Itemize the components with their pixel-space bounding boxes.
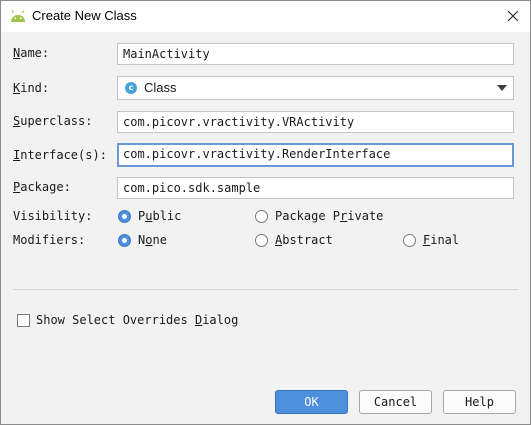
show-overrides-label[interactable]: Show Select Overrides Dialog xyxy=(36,313,238,327)
package-field[interactable]: com.pico.sdk.sample xyxy=(117,177,514,199)
package-label: Package: xyxy=(13,180,71,194)
kind-selected-value: Class xyxy=(144,80,177,95)
modifiers-label: Modifiers: xyxy=(13,233,86,247)
modifiers-none-label[interactable]: None xyxy=(138,233,167,247)
superclass-label: Superclass: xyxy=(13,114,93,128)
modifiers-abstract-radio[interactable] xyxy=(255,234,268,247)
title-bar[interactable]: Create New Class xyxy=(1,1,530,32)
kind-label: Kind: xyxy=(13,81,50,95)
help-button[interactable]: Help xyxy=(443,390,516,414)
ok-button[interactable]: OK xyxy=(275,390,348,414)
interface-field[interactable]: com.picovr.vractivity.RenderInterface xyxy=(117,143,514,167)
kind-dropdown[interactable]: c Class xyxy=(117,76,514,100)
modifiers-abstract-label[interactable]: Abstract xyxy=(275,233,333,247)
visibility-package-private-radio[interactable] xyxy=(255,210,268,223)
visibility-package-private-label[interactable]: Package Private xyxy=(275,209,383,223)
android-icon xyxy=(11,10,25,22)
window-title: Create New Class xyxy=(32,8,137,23)
separator xyxy=(13,289,518,290)
visibility-public-radio[interactable] xyxy=(118,210,131,223)
superclass-field[interactable]: com.picovr.vractivity.VRActivity xyxy=(117,111,514,133)
class-icon: c xyxy=(125,82,137,94)
interface-label: Interface(s): xyxy=(13,148,107,162)
modifiers-final-radio[interactable] xyxy=(403,234,416,247)
close-icon xyxy=(507,10,519,22)
name-field[interactable]: MainActivity xyxy=(117,43,514,65)
name-label: Name: xyxy=(13,46,50,60)
visibility-public-label[interactable]: Public xyxy=(138,209,181,223)
close-button[interactable] xyxy=(498,2,528,30)
modifiers-final-label[interactable]: Final xyxy=(423,233,459,247)
create-new-class-dialog: Create New Class Name: MainActivity Kind… xyxy=(0,0,531,425)
modifiers-none-radio[interactable] xyxy=(118,234,131,247)
show-overrides-checkbox[interactable] xyxy=(17,314,30,327)
cancel-button[interactable]: Cancel xyxy=(359,390,432,414)
dropdown-arrow-icon[interactable] xyxy=(497,85,507,91)
visibility-label: Visibility: xyxy=(13,209,93,223)
